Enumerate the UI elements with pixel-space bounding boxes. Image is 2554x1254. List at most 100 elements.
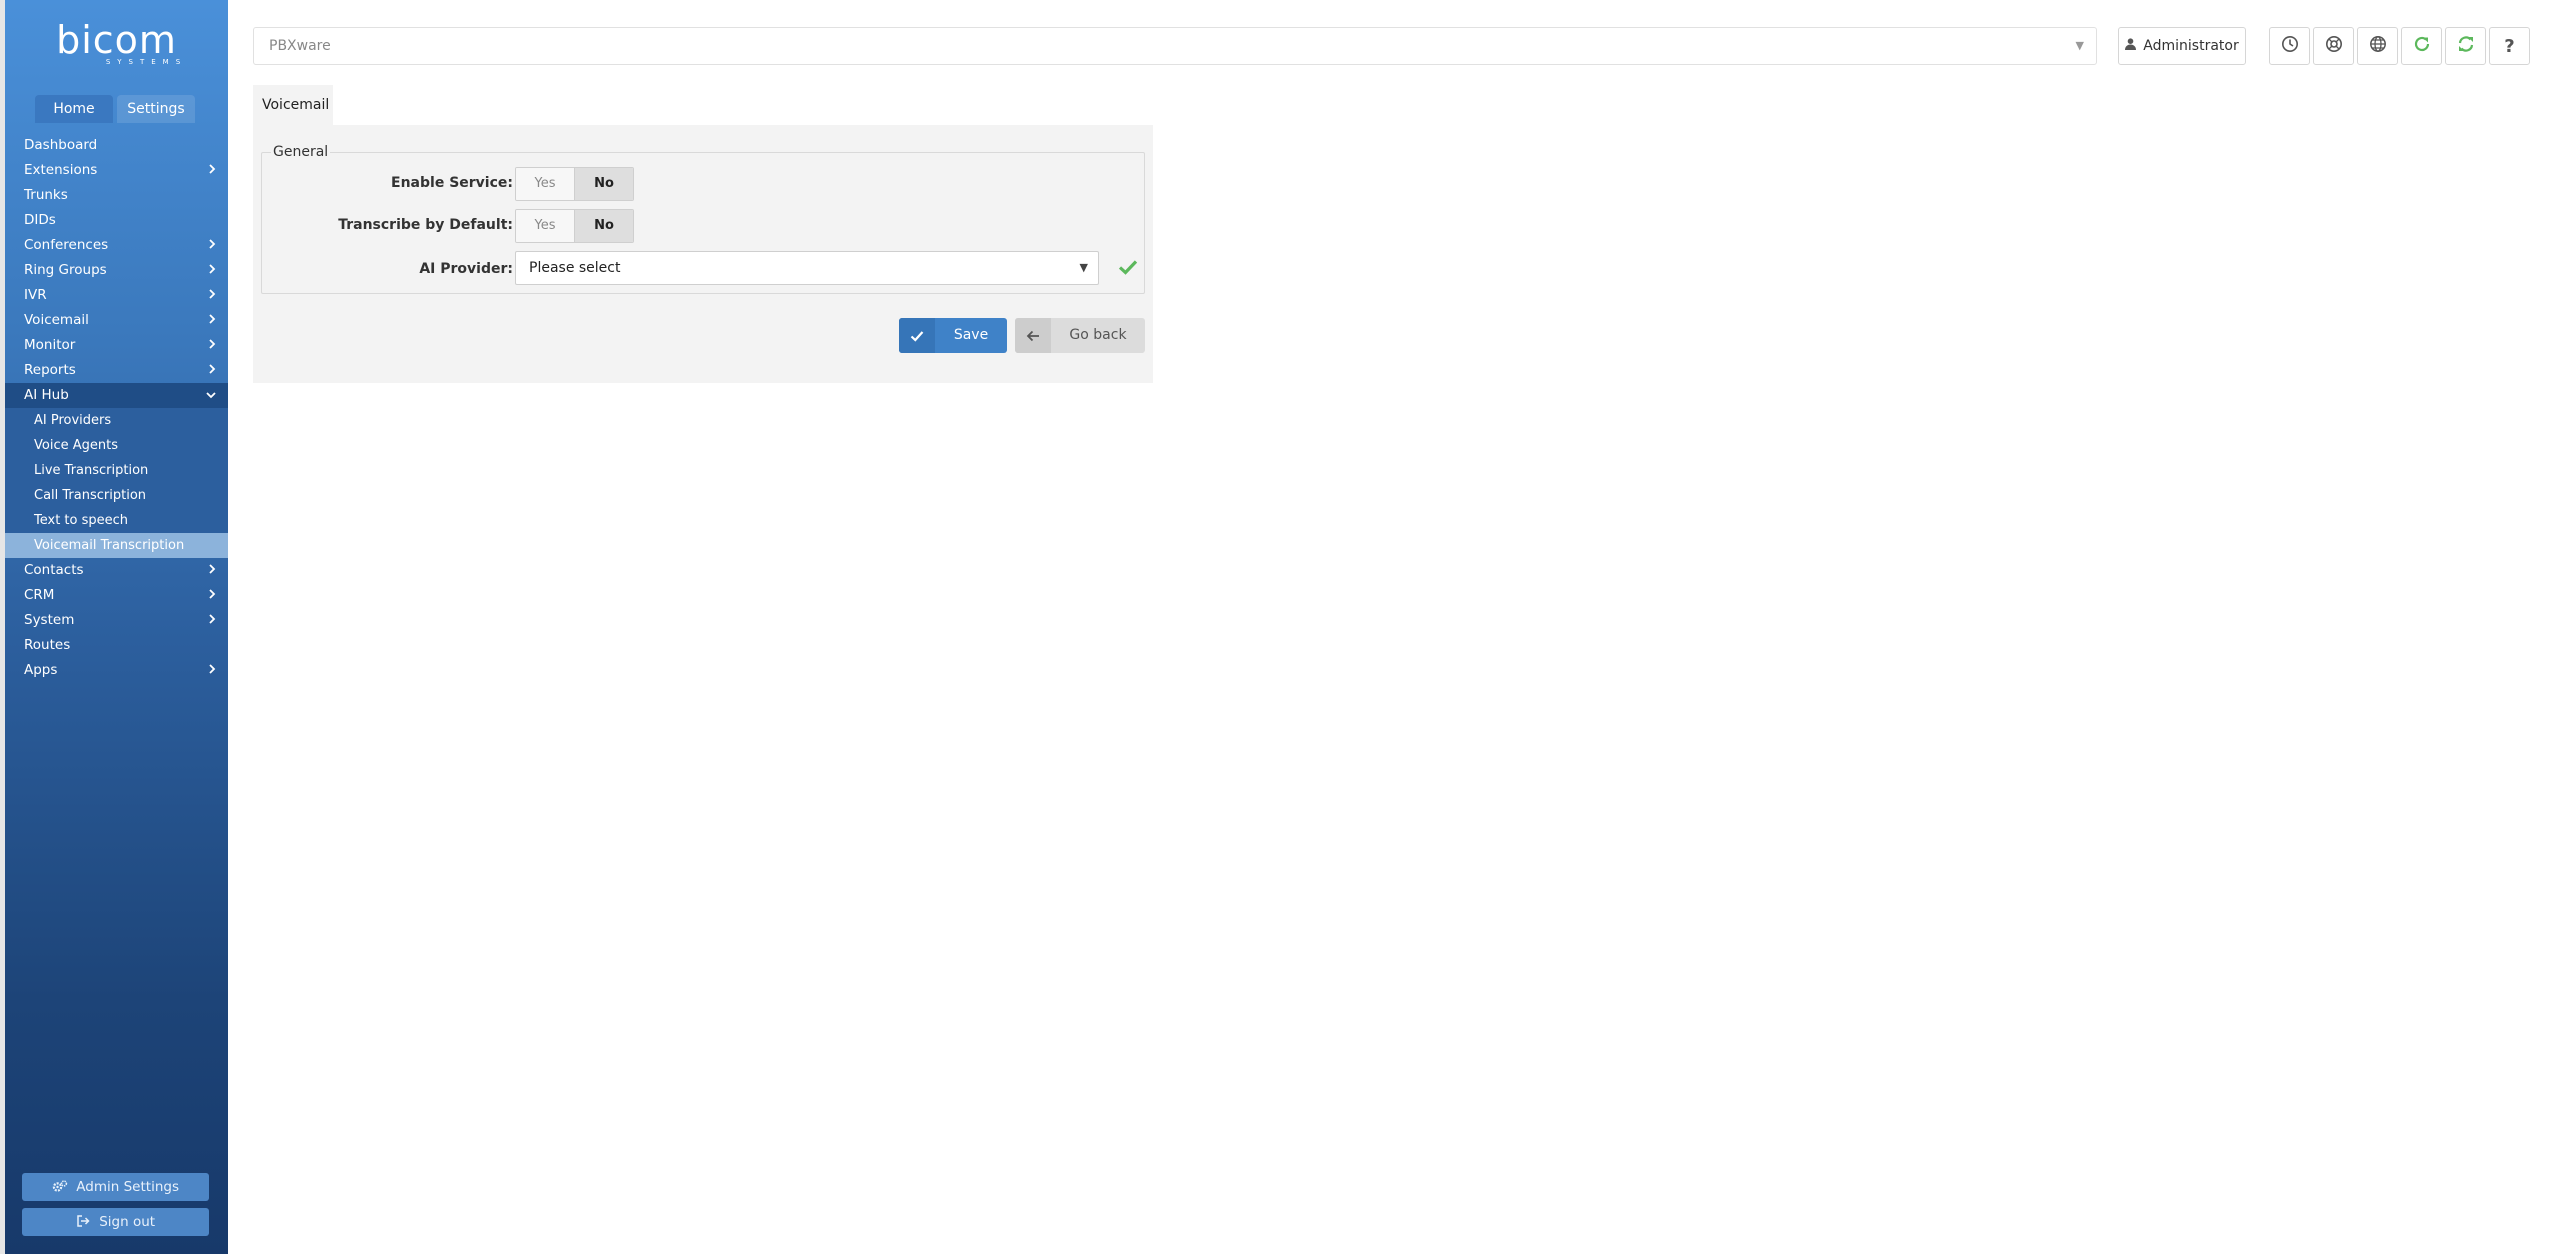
sidebar-item-label: Apps bbox=[24, 662, 58, 678]
sidebar-item-monitor[interactable]: Monitor bbox=[5, 333, 228, 358]
sidebar-item-call-transcription[interactable]: Call Transcription bbox=[5, 483, 228, 508]
sign-out-label: Sign out bbox=[99, 1214, 156, 1230]
sidebar-item-ring-groups[interactable]: Ring Groups bbox=[5, 258, 228, 283]
sidebar-item-routes[interactable]: Routes bbox=[5, 633, 228, 658]
sidebar-item-trunks[interactable]: Trunks bbox=[5, 183, 228, 208]
sidebar-item-label: Call Transcription bbox=[34, 488, 147, 503]
chevron-right-icon bbox=[208, 258, 216, 283]
chevron-down-icon bbox=[206, 383, 216, 408]
sidebar-item-label: Live Transcription bbox=[34, 463, 149, 478]
chevron-right-icon bbox=[208, 283, 216, 308]
sidebar-item-ivr[interactable]: IVR bbox=[5, 283, 228, 308]
cogs-icon bbox=[52, 1179, 76, 1195]
chevron-right-icon bbox=[208, 658, 216, 683]
sidebar-item-label: AI Providers bbox=[34, 413, 112, 428]
chevron-down-icon: ▼ bbox=[1079, 261, 1088, 274]
sidebar-item-label: Reports bbox=[24, 362, 76, 378]
sidebar-item-live-transcription[interactable]: Live Transcription bbox=[5, 458, 228, 483]
save-label: Save bbox=[953, 327, 989, 343]
sidebar-item-label: Conferences bbox=[24, 237, 109, 253]
tab-settings[interactable]: Settings bbox=[117, 95, 195, 123]
tab-voicemail[interactable]: Voicemail bbox=[253, 85, 333, 125]
sidebar-item-system[interactable]: System bbox=[5, 608, 228, 633]
user-name: Administrator bbox=[2143, 38, 2239, 54]
sidebar-item-label: System bbox=[24, 612, 75, 628]
sidebar-item-label: Extensions bbox=[24, 162, 98, 178]
sidebar-item-label: Contacts bbox=[24, 562, 84, 578]
sidebar-item-conferences[interactable]: Conferences bbox=[5, 233, 228, 258]
sidebar-item-label: DIDs bbox=[24, 212, 56, 228]
sidebar-item-ai-hub[interactable]: AI Hub bbox=[5, 383, 228, 408]
clock-button[interactable] bbox=[2269, 27, 2310, 65]
sidebar-item-contacts[interactable]: Contacts bbox=[5, 558, 228, 583]
chevron-right-icon bbox=[208, 608, 216, 633]
reload-icon bbox=[2413, 35, 2431, 57]
enable-service-no[interactable]: No bbox=[575, 168, 633, 200]
server-select[interactable]: PBXware ▼ bbox=[253, 27, 2097, 65]
enable-service-label: Enable Service: bbox=[391, 175, 513, 191]
logo-sub: SYSTEMS bbox=[105, 58, 188, 66]
admin-settings-label: Admin Settings bbox=[76, 1179, 179, 1195]
go-back-button[interactable]: Go back bbox=[1015, 318, 1145, 353]
sidebar-item-voicemail-transcription[interactable]: Voicemail Transcription bbox=[5, 533, 228, 558]
sidebar-item-dids[interactable]: DIDs bbox=[5, 208, 228, 233]
chevron-right-icon bbox=[208, 358, 216, 383]
sidebar-tabs: Home Settings bbox=[35, 95, 195, 123]
sync-button[interactable] bbox=[2445, 27, 2486, 65]
sidebar-item-label: Trunks bbox=[24, 187, 68, 203]
bicom-logo: bicom SYSTEMS bbox=[5, 20, 228, 66]
sidebar-item-voicemail[interactable]: Voicemail bbox=[5, 308, 228, 333]
server-select-value: PBXware bbox=[269, 38, 331, 54]
user-icon bbox=[2125, 38, 2137, 54]
enable-service-toggle: Yes No bbox=[515, 167, 634, 201]
sync-icon bbox=[2457, 35, 2475, 57]
sidebar-item-label: IVR bbox=[24, 287, 47, 303]
chevron-right-icon bbox=[208, 558, 216, 583]
sidebar-item-label: Monitor bbox=[24, 337, 76, 353]
help-button[interactable]: ? bbox=[2489, 27, 2530, 65]
sidebar-item-label: Routes bbox=[24, 637, 71, 653]
sidebar-item-apps[interactable]: Apps bbox=[5, 658, 228, 683]
sidebar-item-dashboard[interactable]: Dashboard bbox=[5, 133, 228, 158]
support-button[interactable] bbox=[2313, 27, 2354, 65]
sidebar-item-text-to-speech[interactable]: Text to speech bbox=[5, 508, 228, 533]
sign-out-button[interactable]: Sign out bbox=[22, 1208, 209, 1236]
user-menu-button[interactable]: Administrator bbox=[2118, 27, 2246, 65]
transcribe-default-no[interactable]: No bbox=[575, 210, 633, 242]
sidebar-item-reports[interactable]: Reports bbox=[5, 358, 228, 383]
general-fieldset: General Enable Service: Yes No Transcrib… bbox=[261, 144, 1145, 294]
sidebar-item-label: Ring Groups bbox=[24, 262, 107, 278]
language-button[interactable] bbox=[2357, 27, 2398, 65]
chevron-right-icon bbox=[208, 583, 216, 608]
chevron-right-icon bbox=[208, 333, 216, 358]
sidebar-item-label: Voice Agents bbox=[34, 438, 118, 453]
sidebar-item-voice-agents[interactable]: Voice Agents bbox=[5, 433, 228, 458]
admin-settings-button[interactable]: Admin Settings bbox=[22, 1173, 209, 1201]
logo-word: bicom bbox=[56, 18, 177, 62]
voicemail-form-panel: General Enable Service: Yes No Transcrib… bbox=[253, 125, 1153, 383]
fieldset-legend: General bbox=[271, 144, 331, 160]
transcribe-default-label: Transcribe by Default: bbox=[338, 217, 513, 233]
sidebar-item-extensions[interactable]: Extensions bbox=[5, 158, 228, 183]
tab-home[interactable]: Home bbox=[35, 95, 113, 123]
arrow-left-icon bbox=[1015, 318, 1051, 353]
help-icon: ? bbox=[2504, 35, 2515, 57]
sidebar-item-crm[interactable]: CRM bbox=[5, 583, 228, 608]
support-icon bbox=[2325, 35, 2343, 57]
sign-out-icon bbox=[76, 1214, 99, 1230]
check-icon bbox=[899, 318, 935, 353]
ai-provider-select[interactable]: Please select ▼ bbox=[515, 251, 1099, 285]
sidebar-item-ai-providers[interactable]: AI Providers bbox=[5, 408, 228, 433]
sidebar-nav: Dashboard Extensions Trunks DIDs Conferences… bbox=[5, 133, 228, 683]
transcribe-default-yes[interactable]: Yes bbox=[516, 210, 575, 242]
globe-icon bbox=[2369, 35, 2387, 57]
sidebar: bicom SYSTEMS Home Settings Dashboard Ext… bbox=[0, 0, 228, 1254]
enable-service-yes[interactable]: Yes bbox=[516, 168, 575, 200]
chevron-right-icon bbox=[208, 308, 216, 333]
reload-button[interactable] bbox=[2401, 27, 2442, 65]
chevron-down-icon: ▼ bbox=[2075, 39, 2084, 52]
chevron-right-icon bbox=[208, 158, 216, 183]
go-back-label: Go back bbox=[1069, 327, 1127, 343]
chevron-right-icon bbox=[208, 233, 216, 258]
save-button[interactable]: Save bbox=[899, 318, 1007, 353]
